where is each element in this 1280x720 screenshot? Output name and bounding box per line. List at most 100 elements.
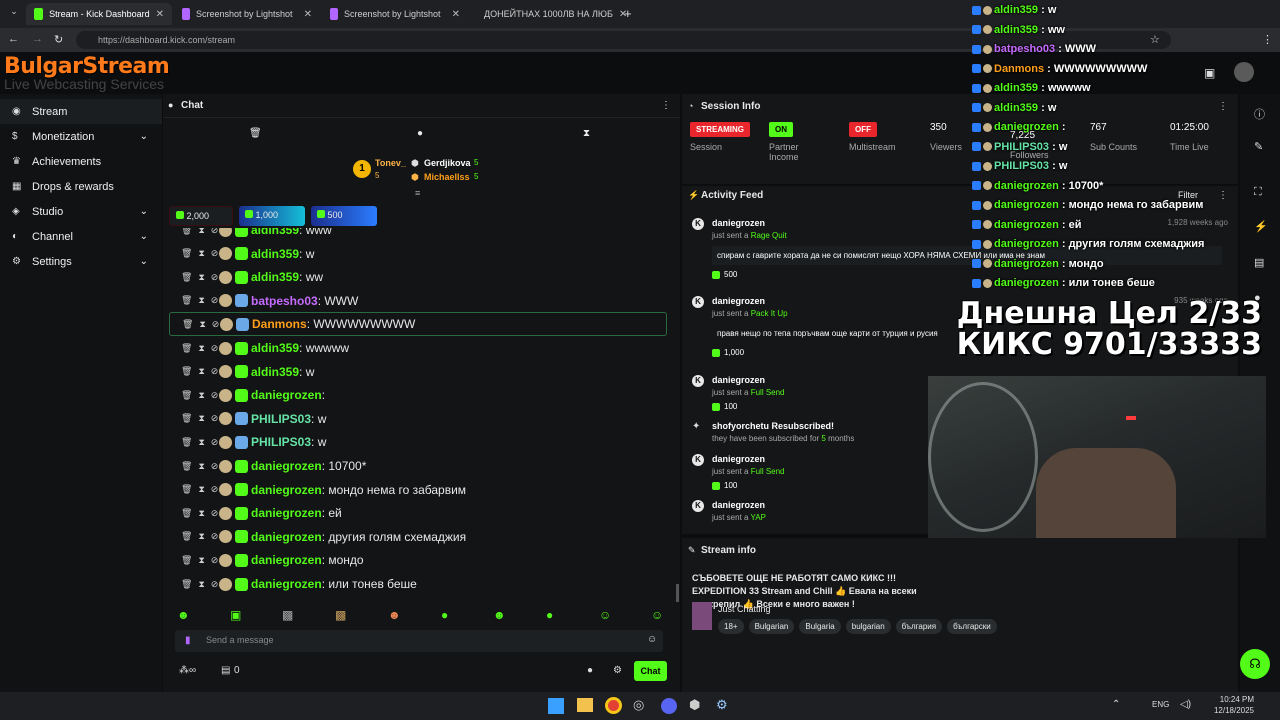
close-tab-icon[interactable]: ✕ bbox=[304, 9, 312, 20]
sidebar-item-studio[interactable]: ◈ Studio ⌄ bbox=[0, 199, 162, 224]
tab-lightshot-2[interactable]: Screenshot by Lightshot ✕ bbox=[322, 3, 468, 25]
tag-chip[interactable]: българия bbox=[895, 619, 943, 634]
ban-icon[interactable]: ⊘ bbox=[211, 343, 219, 354]
chat-mode-icon[interactable]: ● bbox=[417, 128, 423, 139]
chat-menu-icon[interactable]: ⋮ bbox=[661, 100, 671, 111]
ban-icon[interactable]: ⊘ bbox=[211, 508, 219, 519]
sidebar-item-drops[interactable]: ▦ Drops & rewards bbox=[0, 174, 162, 199]
delete-message-icon[interactable]: 🗑 bbox=[181, 484, 192, 495]
back-icon[interactable]: ← bbox=[8, 33, 19, 45]
windows-start-icon[interactable] bbox=[548, 698, 564, 714]
clock-time[interactable]: 10:24 PM bbox=[1214, 695, 1254, 704]
emote-icon[interactable]: ☻ bbox=[493, 608, 506, 622]
timeout-icon[interactable]: ⧗ bbox=[198, 555, 204, 566]
clock-date[interactable]: 12/18/2025 bbox=[1208, 706, 1254, 715]
expand-chevron-icon[interactable]: ≡ bbox=[415, 188, 420, 198]
delete-message-icon[interactable]: 🗑 bbox=[181, 437, 192, 448]
tag-chip[interactable]: 18+ bbox=[718, 619, 744, 634]
tab-youtube[interactable]: ДОНЕЙТНАХ 1000ЛВ НА ЛЮБ ✕ bbox=[470, 3, 627, 25]
chat-scrollbar[interactable] bbox=[676, 584, 679, 602]
chat-message-row[interactable]: 🗑 ⧗ ⊘ aldin359: www bbox=[169, 228, 332, 242]
gear-icon[interactable]: ⚙ bbox=[613, 665, 622, 676]
delete-message-icon[interactable]: 🗑 bbox=[181, 228, 192, 236]
chat-message-row[interactable]: 🗑 ⧗ ⊘ daniegrozen: или тонев беше bbox=[169, 572, 417, 596]
message-input[interactable]: ▮ Send a message ☺ bbox=[175, 630, 663, 652]
goal-chip-500[interactable]: 500 bbox=[311, 206, 377, 226]
sidebar-item-settings[interactable]: ⚙ Settings ⌄ bbox=[0, 249, 162, 274]
timeout-icon[interactable]: ⧗ bbox=[198, 579, 204, 590]
sidebar-item-stream[interactable]: ◉ Stream bbox=[0, 99, 162, 124]
file-explorer-icon[interactable] bbox=[577, 698, 593, 712]
close-tab-icon[interactable]: ✕ bbox=[452, 9, 460, 20]
ban-icon[interactable]: ⊘ bbox=[211, 228, 219, 236]
ban-icon[interactable]: ⊘ bbox=[211, 366, 219, 377]
tray-chevron-icon[interactable]: ⌃ bbox=[1112, 699, 1120, 710]
tab-list-icon[interactable]: ⌄ bbox=[6, 6, 22, 22]
ban-icon[interactable]: ⊘ bbox=[211, 461, 219, 472]
trash-icon[interactable]: 🗑 bbox=[249, 128, 262, 139]
app-icon[interactable]: ⬢ bbox=[689, 697, 700, 713]
tag-chip[interactable]: Bulgarian bbox=[748, 619, 795, 634]
chat-username[interactable]: PHILIPS03 bbox=[251, 435, 311, 449]
delete-message-icon[interactable]: 🗑 bbox=[181, 531, 192, 542]
chat-username[interactable]: aldin359 bbox=[251, 341, 299, 355]
emote-icon[interactable]: ▩ bbox=[282, 608, 293, 622]
sidebar-item-achievements[interactable]: ♛ Achievements bbox=[0, 149, 162, 174]
ban-icon[interactable]: ⊘ bbox=[211, 413, 219, 424]
steam-icon[interactable]: ⚙ bbox=[716, 697, 728, 713]
timeout-icon[interactable]: ⧗ bbox=[198, 508, 204, 519]
ban-icon[interactable]: ⊘ bbox=[211, 272, 219, 283]
delete-message-icon[interactable]: 🗑 bbox=[182, 319, 193, 330]
chrome-icon[interactable] bbox=[605, 697, 622, 714]
timeout-icon[interactable]: ⧗ bbox=[198, 531, 204, 542]
emote-icon[interactable]: ● bbox=[546, 608, 553, 622]
ban-icon[interactable]: ⊘ bbox=[211, 390, 219, 401]
forward-icon[interactable]: → bbox=[32, 33, 43, 45]
support-headset-icon[interactable]: ☊ bbox=[1240, 649, 1270, 679]
delete-message-icon[interactable]: 🗑 bbox=[181, 555, 192, 566]
chat-username[interactable]: daniegrozen bbox=[251, 530, 322, 544]
chat-message-row[interactable]: 🗑 ⧗ ⊘ aldin359: ww bbox=[169, 265, 323, 289]
chat-message-row[interactable]: 🗑 ⧗ ⊘ batpesho03: WWW bbox=[169, 289, 358, 313]
chat-message-row[interactable]: 🗑 ⧗ ⊘ daniegrozen: мондо нема го забарвим bbox=[169, 478, 466, 502]
ban-icon[interactable]: ⊘ bbox=[211, 295, 219, 306]
tag-chip[interactable]: български bbox=[947, 619, 997, 634]
obs-icon[interactable]: ◎ bbox=[633, 697, 644, 713]
chat-username[interactable]: daniegrozen bbox=[251, 388, 322, 402]
ban-icon[interactable]: ⊘ bbox=[211, 531, 219, 542]
timeout-icon[interactable]: ⧗ bbox=[198, 437, 204, 448]
delete-message-icon[interactable]: 🗑 bbox=[181, 508, 192, 519]
chat-username[interactable]: aldin359 bbox=[251, 247, 299, 261]
chat-username[interactable]: daniegrozen bbox=[251, 553, 322, 567]
timeout-icon[interactable]: ⧗ bbox=[198, 390, 204, 401]
ban-icon[interactable]: ⊘ bbox=[211, 579, 219, 590]
tag-chip[interactable]: bulgarian bbox=[845, 619, 891, 634]
sidebar-item-channel[interactable]: ◐ Channel ⌄ bbox=[0, 224, 162, 249]
delete-message-icon[interactable]: 🗑 bbox=[181, 272, 192, 283]
chat-username[interactable]: daniegrozen bbox=[251, 506, 322, 520]
chat-message-row[interactable]: 🗑 ⧗ ⊘ PHILIPS03: w bbox=[169, 430, 326, 454]
chat-settings-bubble-icon[interactable]: ● bbox=[587, 665, 593, 676]
chat-username[interactable]: aldin359 bbox=[251, 365, 299, 379]
ban-icon[interactable]: ⊘ bbox=[211, 555, 219, 566]
timeout-icon[interactable]: ⧗ bbox=[198, 228, 204, 236]
timeout-icon[interactable]: ⧗ bbox=[199, 319, 205, 330]
emote-icon[interactable]: ☻ bbox=[388, 608, 401, 622]
chat-username[interactable]: Danmons bbox=[252, 317, 307, 331]
chat-message-row[interactable]: 🗑 ⧗ ⊘ aldin359: wwwww bbox=[169, 336, 349, 360]
chat-message-row[interactable]: 🗑 ⧗ ⊘ daniegrozen: bbox=[169, 383, 328, 407]
chat-message-row[interactable]: 🗑 ⧗ ⊘ daniegrozen: другия голям схемаджия bbox=[169, 525, 466, 549]
chat-username[interactable]: daniegrozen bbox=[251, 577, 322, 591]
speaker-icon[interactable]: ◁) bbox=[1180, 699, 1191, 710]
emoji-picker-icon[interactable]: ☺ bbox=[647, 634, 657, 645]
delete-message-icon[interactable]: 🗑 bbox=[181, 413, 192, 424]
sidebar-item-monetization[interactable]: $ Monetization ⌄ bbox=[0, 124, 162, 149]
mic-icon[interactable]: ▮ bbox=[185, 635, 191, 646]
language-indicator[interactable]: ENG bbox=[1152, 700, 1169, 709]
tab-lightshot-1[interactable]: Screenshot by Lightshot ✕ bbox=[174, 3, 320, 25]
ban-icon[interactable]: ⊘ bbox=[212, 319, 220, 330]
chat-message-row[interactable]: 🗑 ⧗ ⊘ Danmons: WWWWWWWWW bbox=[169, 312, 667, 337]
delete-message-icon[interactable]: 🗑 bbox=[181, 366, 192, 377]
delete-message-icon[interactable]: 🗑 bbox=[181, 343, 192, 354]
delete-message-icon[interactable]: 🗑 bbox=[181, 579, 192, 590]
